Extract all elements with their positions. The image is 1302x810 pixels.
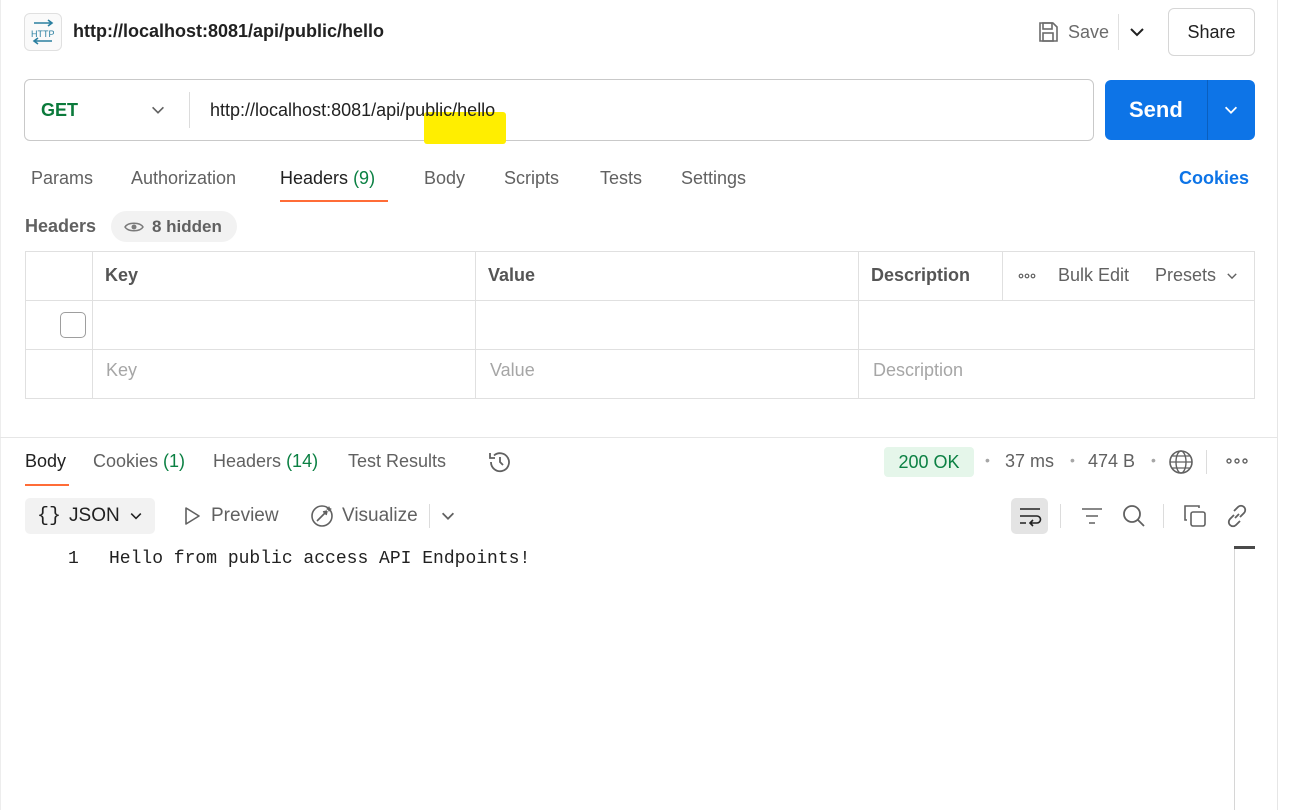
play-icon	[182, 506, 202, 526]
format-dropdown[interactable]: {} JSON	[25, 498, 155, 534]
http-request-icon: HTTP	[24, 13, 62, 51]
scrollbar-thumb[interactable]	[1234, 546, 1255, 549]
row-checkbox[interactable]	[60, 312, 86, 338]
cookies-link[interactable]: Cookies	[1179, 168, 1249, 189]
save-icon	[1036, 20, 1060, 44]
column-header-value: Value	[488, 265, 536, 285]
braces-icon: {}	[37, 504, 62, 528]
response-body-line[interactable]: Hello from public access API Endpoints!	[109, 549, 530, 569]
preview-button[interactable]: Preview	[211, 505, 279, 527]
response-time[interactable]: 37 ms	[1005, 451, 1054, 472]
hidden-headers-toggle[interactable]: 8 hidden	[111, 211, 237, 242]
tab-headers[interactable]: Headers (9)	[280, 168, 375, 189]
method-select[interactable]: GET	[41, 100, 78, 121]
hidden-count-label: 8 hidden	[152, 216, 222, 236]
response-size[interactable]: 474 B	[1088, 451, 1135, 472]
response-tab-headers[interactable]: Headers (14)	[213, 451, 318, 472]
presets-dropdown[interactable]: Presets	[1155, 265, 1216, 286]
response-tab-cookies-label: Cookies	[93, 451, 159, 471]
save-button[interactable]: Save	[1030, 14, 1115, 50]
value-input[interactable]: Value	[490, 360, 535, 381]
eye-icon	[124, 220, 144, 234]
tab-authorization[interactable]: Authorization	[131, 168, 236, 189]
tab-params[interactable]: Params	[31, 168, 93, 189]
url-input[interactable]	[198, 96, 1078, 124]
save-label: Save	[1068, 21, 1110, 42]
visualize-button[interactable]: Visualize	[342, 505, 418, 527]
tab-headers-label: Headers	[280, 168, 349, 188]
tab-settings[interactable]: Settings	[681, 168, 746, 189]
chevron-down-icon[interactable]	[149, 101, 167, 119]
more-actions-icon[interactable]	[1225, 455, 1249, 467]
copy-icon[interactable]	[1182, 503, 1208, 529]
wrap-lines-button[interactable]	[1011, 498, 1048, 534]
svg-text:HTTP: HTTP	[31, 29, 55, 39]
tab-headers-count: (9)	[353, 168, 376, 188]
column-header-key: Key	[105, 265, 139, 285]
visualize-icon	[309, 503, 335, 529]
filter-icon[interactable]	[1080, 505, 1104, 527]
status-badge[interactable]: 200 OK	[884, 447, 974, 477]
response-tab-headers-count: (14)	[286, 451, 319, 471]
description-input[interactable]: Description	[873, 360, 963, 381]
response-tab-cookies[interactable]: Cookies (1)	[93, 451, 185, 472]
link-icon[interactable]	[1224, 503, 1250, 529]
share-button[interactable]: Share	[1168, 8, 1255, 56]
chevron-down-icon	[128, 508, 144, 524]
tab-scripts[interactable]: Scripts	[504, 168, 559, 189]
tab-tests[interactable]: Tests	[600, 168, 642, 189]
response-tab-headers-label: Headers	[213, 451, 282, 471]
more-options-icon[interactable]	[1017, 270, 1037, 282]
send-options-chevron-icon[interactable]	[1222, 101, 1240, 119]
presets-chevron-icon	[1225, 269, 1239, 283]
save-options-chevron-icon[interactable]	[1127, 22, 1147, 42]
response-tab-body[interactable]: Body	[25, 451, 66, 472]
wrap-text-icon	[1017, 505, 1043, 527]
bulk-edit-button[interactable]: Bulk Edit	[1058, 265, 1129, 286]
request-title[interactable]: http://localhost:8081/api/public/hello	[73, 21, 384, 42]
format-label: JSON	[69, 505, 120, 526]
scrollbar-track[interactable]	[1234, 546, 1235, 810]
line-number: 1	[68, 549, 79, 569]
headers-section-title: Headers	[25, 216, 97, 236]
search-icon[interactable]	[1121, 503, 1147, 529]
visualize-options-chevron-icon[interactable]	[439, 507, 457, 525]
globe-icon[interactable]	[1168, 449, 1194, 475]
key-input[interactable]: Key	[106, 360, 137, 381]
tab-body[interactable]: Body	[424, 168, 465, 189]
response-tab-test-results[interactable]: Test Results	[348, 451, 446, 472]
history-icon[interactable]	[487, 449, 513, 475]
column-header-description: Description	[871, 265, 971, 285]
send-label[interactable]: Send	[1129, 97, 1183, 123]
response-tab-cookies-count: (1)	[163, 451, 186, 471]
presets-label: Presets	[1155, 265, 1217, 285]
